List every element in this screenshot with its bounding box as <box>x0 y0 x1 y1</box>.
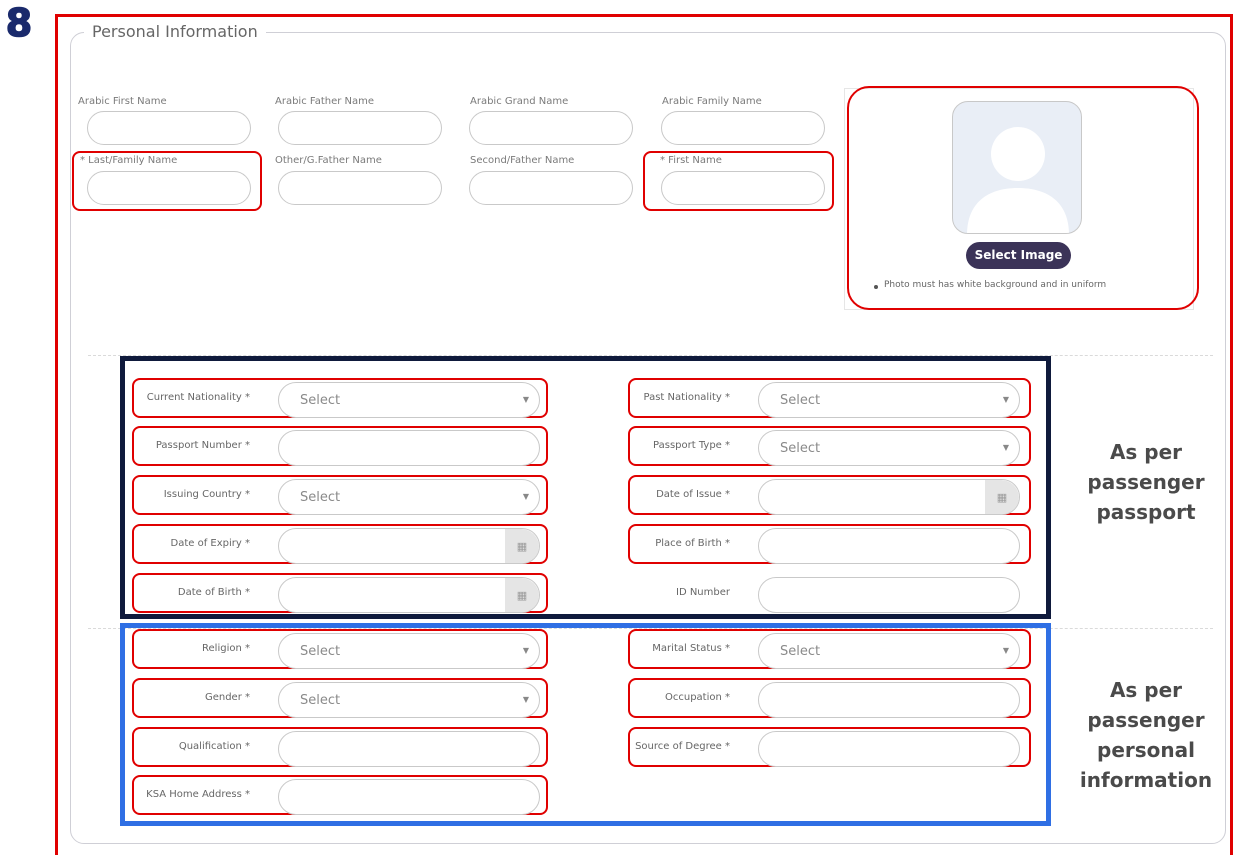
step-number-badge: 8 <box>5 1 33 45</box>
annotation-line: As per <box>1109 440 1183 464</box>
last-family-name-label: * Last/Family Name <box>80 155 178 166</box>
personal-section-frame <box>120 623 1051 826</box>
arabic-grand-name-label: Arabic Grand Name <box>470 96 569 107</box>
second-father-name-input[interactable] <box>469 171 633 205</box>
arabic-first-name-input[interactable] <box>87 111 251 145</box>
annotation-line: passenger <box>1087 470 1205 494</box>
annotation-line: information <box>1079 768 1213 792</box>
arabic-family-name-label: Arabic Family Name <box>662 96 762 107</box>
other-gfather-name-label: Other/G.Father Name <box>275 155 382 166</box>
last-family-name-input[interactable] <box>87 171 251 205</box>
passport-annotation: As per passenger passport <box>1066 437 1226 527</box>
section-legend: Personal Information <box>84 20 266 44</box>
annotation-line: passport <box>1096 500 1196 524</box>
arabic-father-name-input[interactable] <box>278 111 442 145</box>
annotation-line: personal <box>1097 738 1195 762</box>
photo-highlight <box>847 86 1199 310</box>
other-gfather-name-input[interactable] <box>278 171 442 205</box>
arabic-family-name-input[interactable] <box>661 111 825 145</box>
second-father-name-label: Second/Father Name <box>470 155 575 166</box>
first-name-label: * First Name <box>660 155 722 166</box>
passport-section-frame <box>120 356 1051 619</box>
first-name-input[interactable] <box>661 171 825 205</box>
arabic-father-name-label: Arabic Father Name <box>275 96 375 107</box>
annotation-line: passenger <box>1087 708 1205 732</box>
personal-annotation: As per passenger personal information <box>1066 675 1226 795</box>
annotation-line: As per <box>1109 678 1183 702</box>
arabic-first-name-label: Arabic First Name <box>78 96 167 107</box>
arabic-grand-name-input[interactable] <box>469 111 633 145</box>
